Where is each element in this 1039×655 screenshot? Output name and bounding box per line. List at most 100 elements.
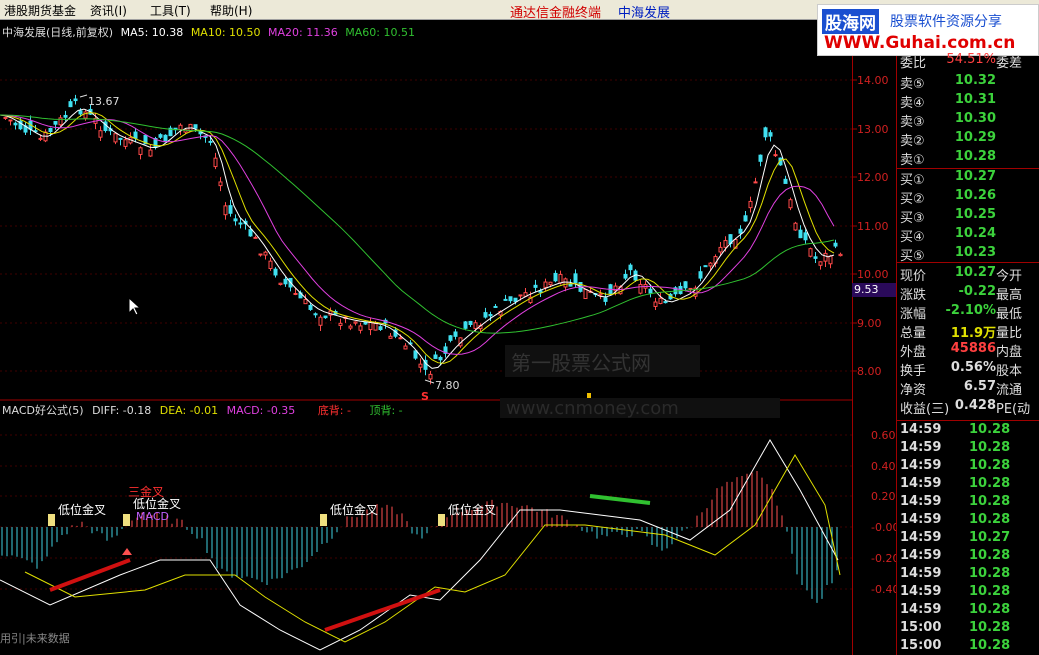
order-diff-label: 委差 [996,56,1023,71]
tick-time: 14:59 [900,440,942,455]
macd-legend: MACD好公式(5) DIFF: -0.18 DEA: -0.01 MACD: … [2,402,408,418]
stat-label: 现价 [900,269,927,284]
candlestick [68,101,73,108]
candlestick [308,304,313,310]
signal-marker [48,514,55,526]
tick-price: 10.28 [969,476,1011,491]
stat-value: 11.9万 [950,326,996,341]
stat-value: -0.22 [958,284,996,299]
candlestick [553,272,558,282]
signal-marker [438,514,445,526]
tick-price: 10.28 [969,602,1011,617]
low-golden-cross-label: 低位金叉 [330,502,378,517]
low-golden-cross-label: 低位金叉 [133,496,181,511]
candlestick [263,251,268,256]
candlestick [118,137,123,140]
macd-axis-label: -0.00 [871,521,896,534]
tick-time: 14:59 [900,494,942,509]
macd-axis-label: -0.20 [871,552,896,565]
ask-price: 10.29 [954,130,996,145]
candlestick [453,331,458,337]
candlestick [233,218,238,222]
stat-row: 净资 6.57 流通 [897,379,1039,398]
candlestick [178,124,183,131]
candlestick [823,252,828,262]
order-ratio-row: 委比 54.51% 委差 [897,52,1039,71]
dea-label: DEA: -0.01 [159,404,219,417]
menu-item-news[interactable]: 资讯(I) [90,2,127,19]
tick-price: 10.28 [969,422,1011,437]
candlestick [508,296,513,302]
stat-row: 现价 10.27 今开 [897,265,1039,284]
candlestick [158,134,163,138]
bid-price: 10.23 [954,245,996,260]
menu-item-help[interactable]: 帮助(H) [210,2,252,19]
candlestick [418,363,423,368]
candlestick [398,337,403,340]
candlestick [98,130,103,138]
candlestick [598,293,603,296]
candlestick [253,236,258,239]
stock-name-label: 中海发展(日线,前复权) [2,26,114,39]
tick-price: 10.28 [969,494,1011,509]
price-axis-label: 10.00 [857,268,889,281]
macd-name-label: MACD好公式(5) [2,404,84,417]
macd-axis-label: 0.40 [871,460,896,473]
ask-price: 10.30 [954,111,996,126]
stat-row: 涨幅 -2.10% 最低 [897,303,1039,322]
ma20-label: MA20: 11.36 [268,26,338,39]
signal-marker [320,514,327,526]
candlestick [73,98,78,102]
candlestick [833,242,838,247]
candlestick [303,299,308,305]
tick-price: 10.28 [969,440,1011,455]
ask-label: 卖⑤ [900,77,925,92]
bid-row: 买③ 10.25 [897,207,1039,226]
candlestick [123,139,128,147]
watermark-url: www.cnmoney.com [500,398,780,419]
macd-axis-label: -0.40 [871,583,896,596]
candlestick [708,262,713,267]
candlestick [218,181,223,187]
candlestick [543,281,548,288]
low-golden-cross-label: 低位金叉 [448,502,496,517]
candlestick [13,122,18,126]
candlestick [533,284,538,288]
tick-time: 14:59 [900,530,942,545]
candlestick [268,260,273,270]
ask-row: 卖④ 10.31 [897,92,1039,111]
stat-label-2: PE(动 [996,402,1031,417]
candlestick [638,283,643,294]
tick-time: 14:59 [900,584,942,599]
high-price-label: 13.67 [88,95,120,108]
kline-chart[interactable]: 13.67 7.80 S 低位金叉 三金叉 低位金叉 MACD 低位金叉 低位金… [0,20,852,655]
price-axis-label: 14.00 [857,74,889,87]
candlestick [583,289,588,300]
tick-row: 14:59 10.28 [897,584,1039,602]
candlestick [703,265,708,268]
candlestick [258,253,263,256]
stat-row: 换手 0.56% 股本 [897,360,1039,379]
tick-time: 14:59 [900,548,942,563]
candlestick [318,316,323,326]
candlestick [563,278,568,288]
candlestick [803,232,808,241]
candlestick [438,356,443,361]
candlestick [603,297,608,302]
tick-row: 14:59 10.27 [897,530,1039,548]
divergence-line [589,494,651,505]
stat-label: 外盘 [900,345,927,360]
menu-item-tools[interactable]: 工具(T) [150,2,191,19]
candlestick [293,292,298,295]
candlestick [718,246,723,253]
bid-label: 买③ [900,211,925,226]
tick-time: 15:00 [900,620,942,635]
candlestick [628,264,633,271]
watermark-text: 第一股票公式网 [505,345,700,377]
candlestick [133,131,138,139]
candlestick [738,228,743,234]
menu-item-funds[interactable]: 港股期货基金 [4,2,76,19]
candlestick [373,323,378,331]
bid-label: 买② [900,192,925,207]
signal-marker [123,514,130,526]
